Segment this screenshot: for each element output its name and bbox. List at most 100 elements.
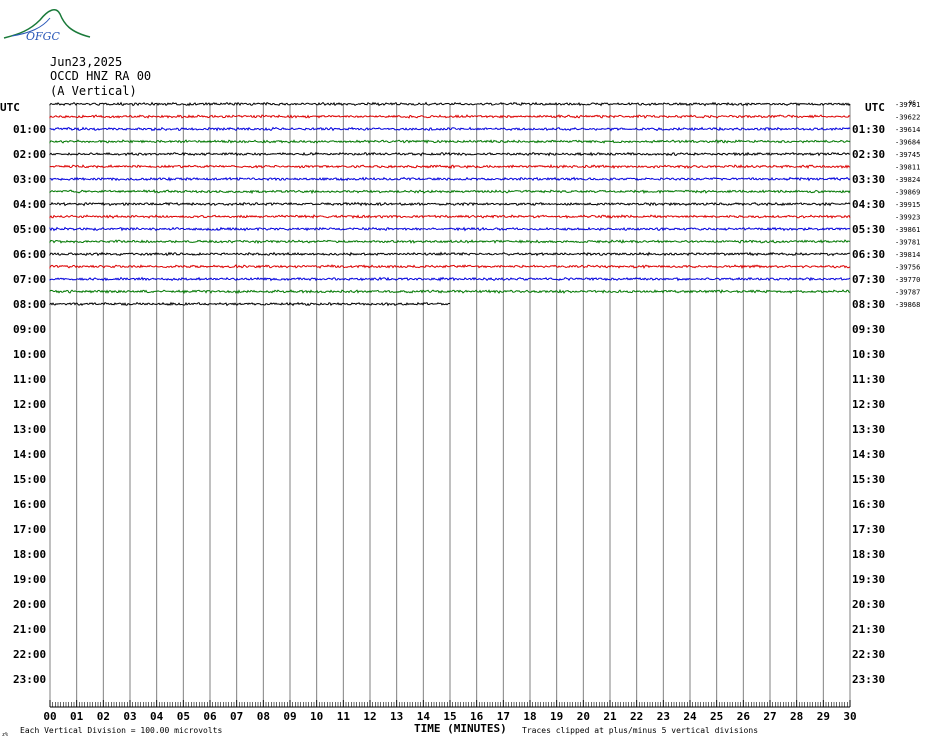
right-hour-label: 23:30 <box>852 673 885 686</box>
x-tick-label: 18 <box>523 710 536 723</box>
right-hour-label: 21:30 <box>852 623 885 636</box>
right-hour-label: 20:30 <box>852 598 885 611</box>
minute-gridlines <box>49 104 851 700</box>
right-hour-label: 01:30 <box>852 123 885 136</box>
trace-value-label: -39614 <box>895 126 920 134</box>
x-tick-label: 11 <box>337 710 351 723</box>
x-tick-label: 27 <box>763 710 776 723</box>
x-tick-label: 02 <box>97 710 110 723</box>
right-hour-label: 11:30 <box>852 373 885 386</box>
x-tick-label: 07 <box>230 710 243 723</box>
left-hour-label: 17:00 <box>13 523 46 536</box>
right-hour-label: 06:30 <box>852 248 885 261</box>
right-hour-label: 13:30 <box>852 423 885 436</box>
helicorder-plot: OFGC 01:00 02:00 03:00 04:00 05:00 06:00 07:00… <box>0 9 920 738</box>
trace-value-label: -39869 <box>895 189 920 197</box>
left-hour-labels: 01:00 02:00 03:00 04:00 05:00 06:00 07:00 08:00… <box>13 123 46 686</box>
trace-value-label: -39756 <box>895 264 920 272</box>
left-hour-label: 19:00 <box>13 573 46 586</box>
right-hour-label: 19:30 <box>852 573 885 586</box>
right-hour-label: 14:30 <box>852 448 885 461</box>
trace-value-label: -39824 <box>895 176 920 184</box>
right-hour-label: 04:30 <box>852 198 885 211</box>
x-tick-label: 30 <box>843 710 856 723</box>
utc-label-right: UTC <box>865 101 885 114</box>
x-tick-label: 22 <box>630 710 643 723</box>
x-tick-label: 10 <box>310 710 323 723</box>
right-hour-label: 02:30 <box>852 148 885 161</box>
x-tick-label: 05 <box>177 710 190 723</box>
left-hour-label: 09:00 <box>13 323 46 336</box>
right-hour-label: 03:30 <box>852 173 885 186</box>
right-hour-label: 07:30 <box>852 273 885 286</box>
corner-mark: z% <box>2 732 8 738</box>
trace-value-labels: -39781 -39622 -39614 -39684 -39745 -39811 -398… <box>895 101 920 309</box>
trace-value-label: -39915 <box>895 201 920 209</box>
right-hour-label: 16:30 <box>852 498 885 511</box>
x-tick-label: 21 <box>603 710 617 723</box>
left-hour-label: 06:00 <box>13 248 46 261</box>
left-hour-label: 20:00 <box>13 598 46 611</box>
right-hour-label: 10:30 <box>852 348 885 361</box>
trace-value-label: -39787 <box>895 289 920 297</box>
trace-0800 <box>49 301 451 307</box>
right-hour-label: 08:30 <box>852 298 885 311</box>
right-hour-label: 09:30 <box>852 323 885 336</box>
left-hour-label: 18:00 <box>13 548 46 561</box>
x-tick-label: 29 <box>817 710 830 723</box>
x-tick-label: 06 <box>203 710 217 723</box>
trace-value-label: -39814 <box>895 251 920 259</box>
x-tick-label: 23 <box>657 710 670 723</box>
clip-note: Traces clipped at plus/minus 5 vertical … <box>522 726 758 735</box>
trace-value-label: -39923 <box>895 214 920 222</box>
left-hour-label: 13:00 <box>13 423 46 436</box>
left-hour-label: 12:00 <box>13 398 46 411</box>
trace-value-label: -39684 <box>895 139 920 147</box>
x-tick-label: 20 <box>577 710 590 723</box>
time-axis: 00 01 02 03 04 05 06 07 08 09 10 11 12 13 14 15 16 17 18 19… <box>43 700 857 723</box>
left-hour-label: 10:00 <box>13 348 46 361</box>
scale-note: Each Vertical Division = 100.00 microvol… <box>20 726 222 735</box>
utc-label-left: UTC <box>0 101 20 114</box>
left-hour-label: 05:00 <box>13 223 46 236</box>
trace-value-label: -39622 <box>895 114 920 122</box>
trace-value-label: -39781 <box>895 239 920 247</box>
ofgc-logo: OFGC <box>3 9 91 43</box>
right-hour-label: 15:30 <box>852 473 885 486</box>
trace-value-label: -39745 <box>895 151 920 159</box>
x-tick-label: 25 <box>710 710 723 723</box>
left-hour-label: 14:00 <box>13 448 46 461</box>
x-tick-label: 04 <box>150 710 164 723</box>
left-hour-label: 21:00 <box>13 623 46 636</box>
x-tick-label: 01 <box>70 710 84 723</box>
top-right-note: -96 <box>905 100 916 107</box>
trace-value-label: -39861 <box>895 226 920 234</box>
left-hour-label: 02:00 <box>13 148 46 161</box>
x-tick-label: 12 <box>363 710 376 723</box>
left-hour-label: 03:00 <box>13 173 46 186</box>
left-hour-label: 22:00 <box>13 648 46 661</box>
right-hour-label: 22:30 <box>852 648 885 661</box>
x-tick-label: 03 <box>123 710 136 723</box>
x-tick-label: 13 <box>390 710 403 723</box>
trace-value-label: -39770 <box>895 276 920 284</box>
x-tick-label: 00 <box>43 710 56 723</box>
left-hour-label: 11:00 <box>13 373 46 386</box>
trace-value-label: -39868 <box>895 301 920 309</box>
left-hour-label: 04:00 <box>13 198 46 211</box>
logo-text: OFGC <box>26 30 60 43</box>
x-tick-label: 28 <box>790 710 803 723</box>
left-hour-label: 16:00 <box>13 498 46 511</box>
x-tick-label: 19 <box>550 710 563 723</box>
right-hour-label: 17:30 <box>852 523 885 536</box>
right-hour-label: 05:30 <box>852 223 885 236</box>
right-hour-labels: 01:30 02:30 03:30 04:30 05:30 06:30 07:30 08:30… <box>852 123 885 686</box>
x-axis-title: TIME (MINUTES) <box>414 722 507 735</box>
x-tick-label: 24 <box>683 710 697 723</box>
left-hour-label: 15:00 <box>13 473 46 486</box>
x-tick-label: 08 <box>257 710 270 723</box>
trace-value-label: -39811 <box>895 164 920 172</box>
right-hour-label: 12:30 <box>852 398 885 411</box>
left-hour-label: 01:00 <box>13 123 46 136</box>
left-hour-label: 07:00 <box>13 273 46 286</box>
